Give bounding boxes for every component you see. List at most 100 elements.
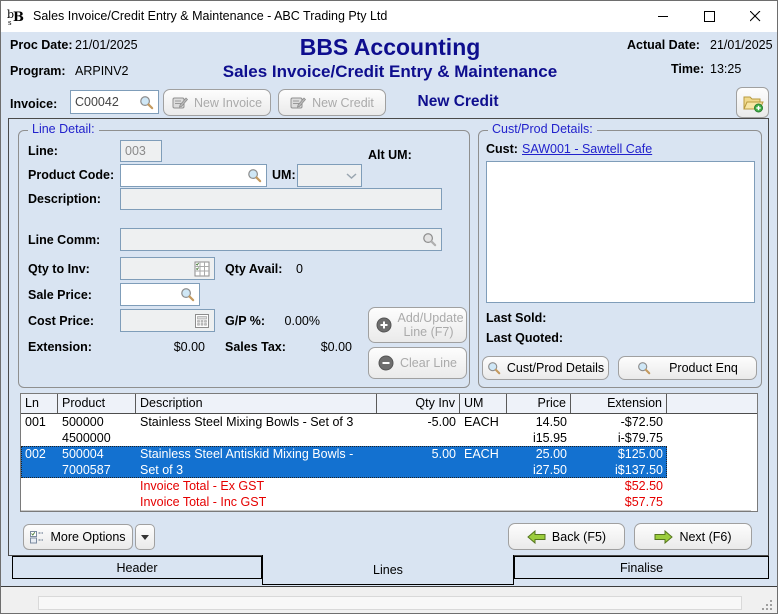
next-button[interactable]: Next (F6): [634, 523, 752, 550]
more-options-label: More Options: [50, 530, 125, 544]
qty-avail-value: 0: [296, 262, 303, 276]
invoice-total-label: Invoice Total - Ex GST: [136, 478, 377, 494]
col-header-ln: Ln: [21, 394, 58, 413]
close-button[interactable]: [732, 0, 778, 32]
sale-price-label: Sale Price:: [28, 288, 92, 302]
chevron-down-icon: [346, 172, 357, 180]
svg-text:B: B: [13, 10, 24, 25]
new-credit-button[interactable]: New Credit: [278, 89, 386, 116]
cell-product: 5000047000587: [58, 446, 136, 478]
new-document-icon: [290, 96, 306, 110]
sale-price-search-icon[interactable]: [180, 287, 195, 302]
folder-add-icon: [742, 93, 764, 113]
invoice-total-row: Invoice Total - Ex GST$52.50: [21, 478, 751, 494]
alt-um-label: Alt UM:: [368, 148, 412, 162]
plus-circle-icon: [376, 317, 392, 333]
mode-text: New Credit: [390, 93, 526, 111]
invoice-total-value: $57.75: [377, 494, 667, 510]
status-bar: [0, 586, 778, 614]
title-bar: b B s Sales Invoice/Credit Entry & Maint…: [0, 0, 778, 32]
time-label: Time:: [671, 62, 704, 76]
calculator-icon[interactable]: [194, 313, 210, 329]
resize-grip[interactable]: [761, 599, 773, 611]
cell-description: Stainless Steel Antiskid Mixing Bowls - …: [136, 446, 377, 478]
sales-tax-label: Sales Tax:: [225, 340, 286, 354]
window-title: Sales Invoice/Credit Entry & Maintenance…: [33, 9, 387, 23]
col-header-price: Price: [507, 394, 571, 413]
table-body: 0015000004500000Stainless Steel Mixing B…: [21, 414, 757, 478]
customer-link[interactable]: SAW001 - Sawtell Cafe: [522, 142, 652, 156]
product-code-input[interactable]: [120, 164, 267, 187]
cost-price-field: [120, 309, 215, 332]
maximize-button[interactable]: [686, 0, 732, 32]
col-header-qty-inv: Qty Inv: [377, 394, 460, 413]
last-sold-label: Last Sold:: [486, 311, 546, 325]
col-header-product: Product: [58, 394, 136, 413]
tab-header[interactable]: Header: [12, 556, 262, 579]
more-options-button[interactable]: More Options: [23, 524, 133, 550]
cell-qty-inv: 5.00: [377, 446, 460, 478]
cost-price-label: Cost Price:: [28, 314, 94, 328]
line-comm-search-icon[interactable]: [422, 232, 437, 247]
line-number-value: 003: [125, 144, 146, 158]
cell-description: Stainless Steel Mixing Bowls - Set of 3: [136, 414, 377, 446]
invoice-input[interactable]: C00042: [70, 90, 159, 114]
cust-prod-details-button[interactable]: Cust/Prod Details: [482, 356, 609, 380]
clear-line-button[interactable]: Clear Line: [368, 347, 467, 379]
new-document-icon: [172, 96, 188, 110]
documents-button[interactable]: [736, 87, 769, 118]
arrow-left-icon: [527, 530, 546, 544]
minus-circle-icon: [378, 355, 394, 371]
new-credit-label: New Credit: [312, 96, 374, 110]
sales-tax-value: $0.00: [280, 340, 352, 354]
program-value: ARPINV2: [75, 64, 129, 78]
minimize-button[interactable]: [640, 0, 686, 32]
add-update-line-button[interactable]: Add/Update Line (F7): [368, 307, 467, 343]
cell-extension: $125.00i$137.50: [571, 446, 667, 478]
search-icon: [637, 361, 651, 375]
cust-prod-details-label: Cust/Prod Details: [507, 361, 604, 375]
table-row[interactable]: 0025000047000587Stainless Steel Antiskid…: [21, 446, 757, 478]
program-label: Program:: [10, 64, 66, 78]
new-invoice-button[interactable]: New Invoice: [163, 89, 271, 116]
invoice-total-row: Invoice Total - Inc GST$57.75: [21, 494, 751, 510]
cell-product: 5000004500000: [58, 414, 136, 446]
qty-grid-icon[interactable]: [194, 261, 210, 277]
sale-price-input[interactable]: [120, 283, 200, 306]
qty-to-inv-label: Qty to Inv:: [28, 262, 90, 276]
cell-price: 25.00i27.50: [507, 446, 571, 478]
back-button[interactable]: Back (F5): [508, 523, 625, 550]
proc-date-label: Proc Date:: [10, 38, 73, 52]
proc-date-value: 21/01/2025: [75, 38, 138, 52]
app-logo-icon: b B s: [7, 7, 26, 26]
col-header-um: UM: [460, 394, 507, 413]
qty-avail-label: Qty Avail:: [225, 262, 282, 276]
cell-ln: 002: [21, 446, 58, 478]
product-search-icon[interactable]: [247, 168, 262, 183]
tab-finalise[interactable]: Finalise: [514, 556, 769, 579]
search-icon: [487, 361, 501, 375]
col-header-description: Description: [136, 394, 377, 413]
tab-lines[interactable]: Lines: [262, 555, 514, 585]
actual-date-label: Actual Date:: [627, 38, 700, 52]
table-row[interactable]: 0015000004500000Stainless Steel Mixing B…: [21, 414, 757, 446]
arrow-right-icon: [654, 530, 673, 544]
invoice-total-label: Invoice Total - Inc GST: [136, 494, 377, 510]
invoice-search-icon[interactable]: [139, 95, 154, 110]
description-field: [120, 188, 442, 210]
cust-prod-group-label: Cust/Prod Details:: [488, 122, 597, 136]
line-detail-group-label: Line Detail:: [28, 122, 99, 136]
line-number-field: 003: [120, 140, 162, 162]
cell-extension: -$72.50i-$79.75: [571, 414, 667, 446]
invoice-number: C00042: [75, 95, 119, 109]
um-label: UM:: [272, 168, 296, 182]
line-comm-label: Line Comm:: [28, 233, 100, 247]
svg-text:s: s: [8, 19, 12, 26]
dropdown-arrow-icon: [141, 535, 149, 540]
extension-label: Extension:: [28, 340, 92, 354]
col-header-extension: Extension: [571, 394, 667, 413]
time-value: 13:25: [710, 62, 741, 76]
product-enq-button[interactable]: Product Enq: [618, 356, 757, 380]
more-options-dropdown-button[interactable]: [135, 524, 155, 550]
gp-percent-value: 0.00%: [258, 314, 320, 328]
